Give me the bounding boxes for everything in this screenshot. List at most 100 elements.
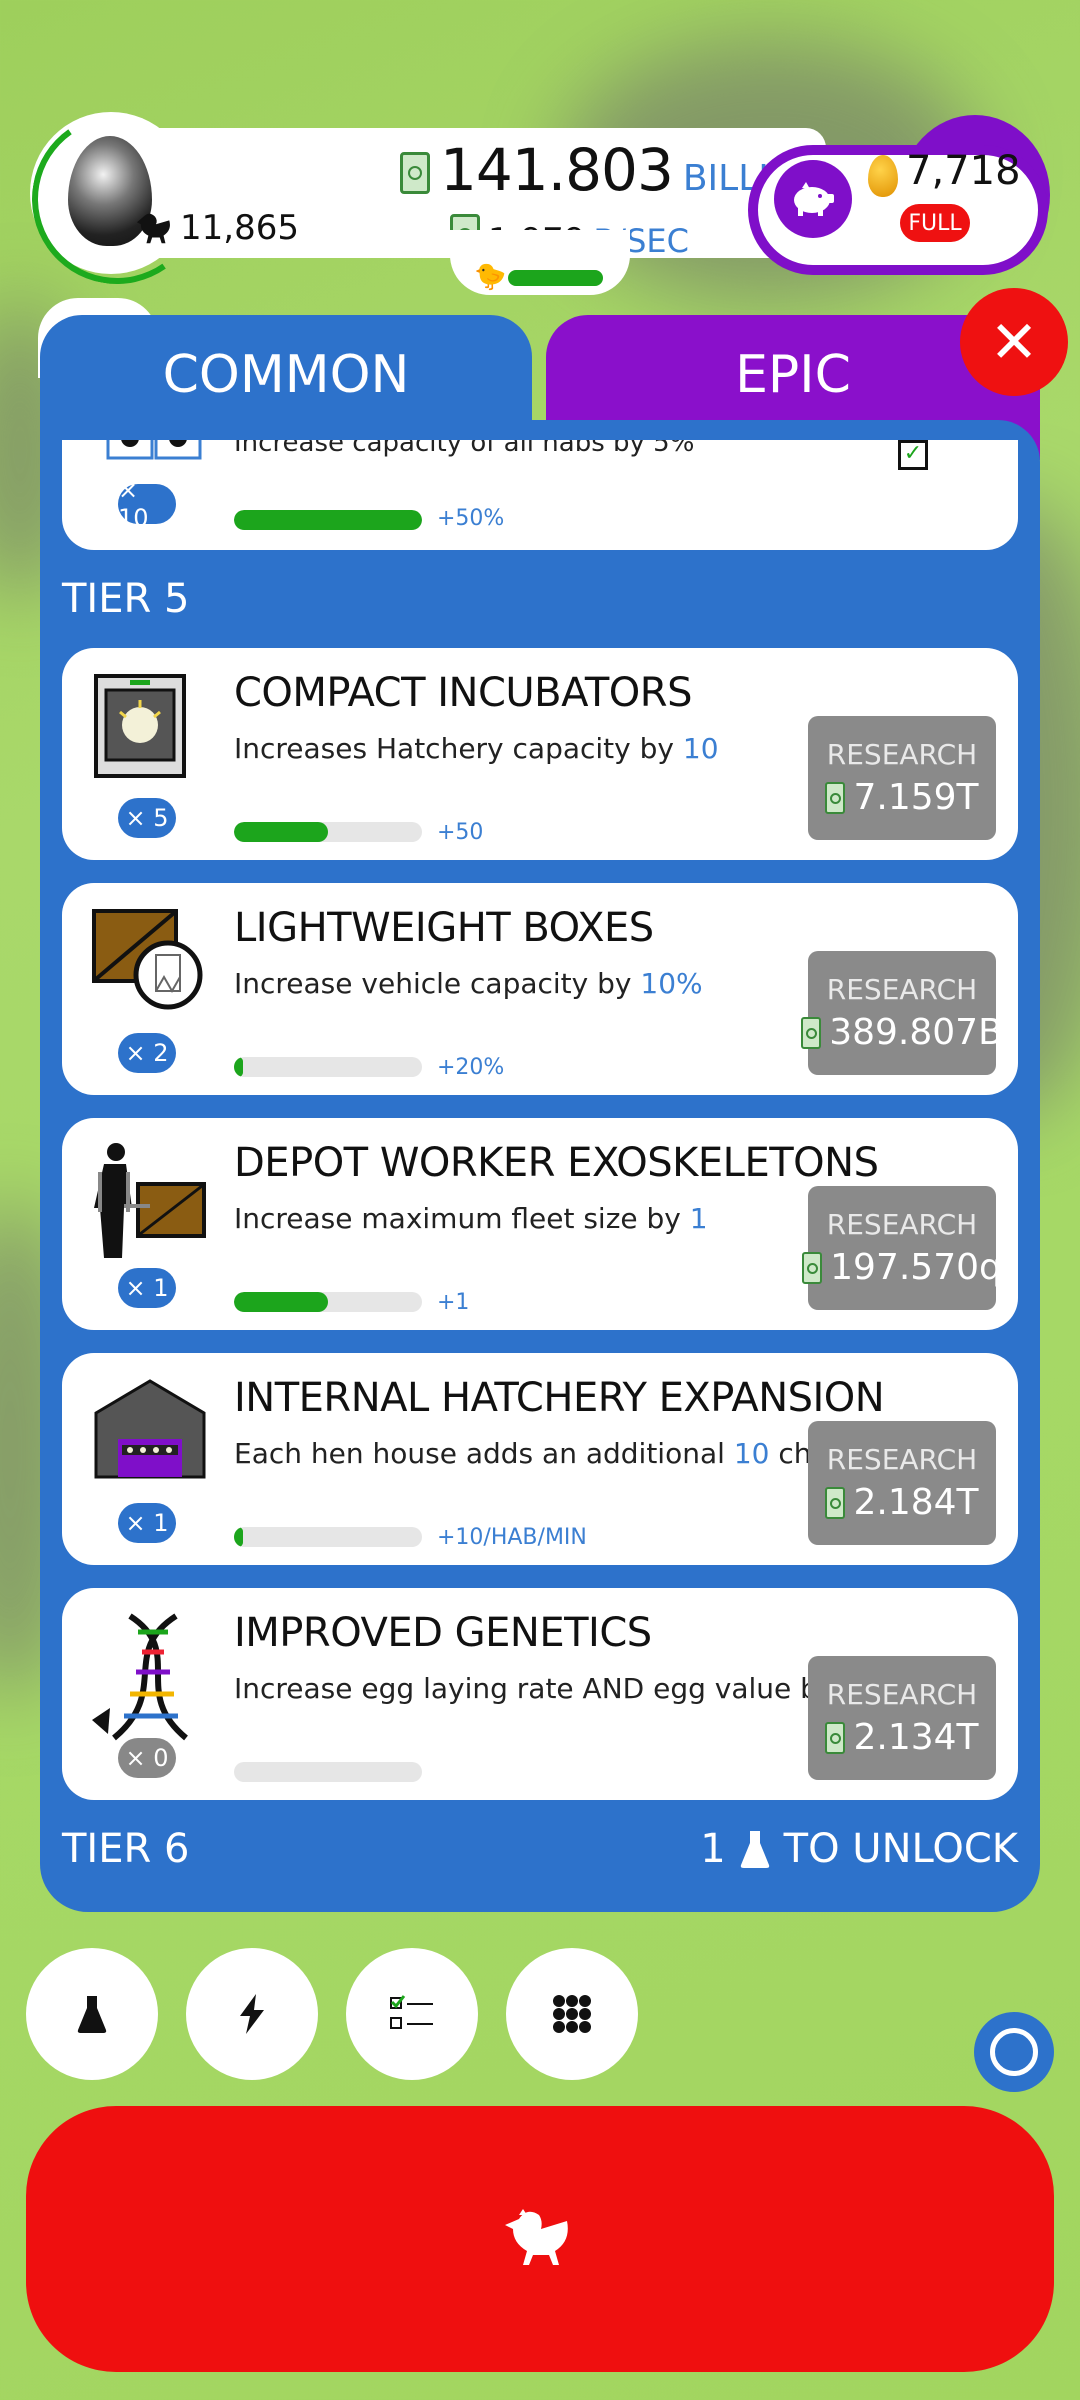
boxes-icon — [90, 907, 203, 1017]
research-button-label: RESEARCH — [826, 1443, 978, 1476]
cash-icon — [801, 1016, 822, 1049]
partial-card-desc: Increase capacity of all habs by 5% — [234, 440, 695, 458]
research-card[interactable]: × 1 DEPOT WORKER EXOSKELETONS Increase m… — [62, 1118, 1018, 1330]
research-price-value: 2.184T — [853, 1482, 979, 1523]
desc-text: Increase egg laying rate AND egg value b… — [234, 1672, 844, 1705]
research-button[interactable]: RESEARCH 7.159T — [808, 716, 996, 840]
desc-highlight: 10% — [640, 967, 703, 1000]
research-nav-button[interactable] — [26, 1948, 158, 2080]
research-price-value: 2.134T — [853, 1717, 979, 1758]
cash-icon — [825, 1486, 846, 1519]
hatchery-icon — [90, 1377, 206, 1487]
research-button-label: RESEARCH — [826, 973, 978, 1006]
tab-epic-label: EPIC — [735, 345, 851, 405]
flask-icon — [77, 1996, 107, 2033]
hab-icon — [106, 440, 202, 460]
chicken-icon — [505, 2209, 568, 2265]
research-panel[interactable]: Increase capacity of all habs by 5% ✓ × … — [40, 420, 1040, 1912]
desc-text: Increases Hatchery capacity by — [234, 732, 683, 765]
partial-card-progress-fill — [234, 510, 422, 530]
close-button[interactable]: ✕ — [960, 288, 1068, 396]
research-button[interactable]: RESEARCH 2.134T — [808, 1656, 996, 1780]
chicken-count-value: 11,865 — [180, 208, 299, 248]
research-gain: +1 — [437, 1290, 470, 1315]
desc-highlight: 10 — [733, 1437, 770, 1470]
research-button-label: RESEARCH — [826, 1678, 978, 1711]
research-progress-bar — [234, 1057, 422, 1077]
golden-egg-count: 7,718 — [906, 148, 1021, 194]
partial-card-progress — [234, 510, 422, 530]
close-icon: ✕ — [989, 308, 1039, 376]
research-price: 7.159T — [825, 777, 979, 818]
research-button[interactable]: RESEARCH 389.807B — [801, 951, 1003, 1075]
golden-egg-icon — [868, 155, 898, 197]
research-card[interactable]: × 1 INTERNAL HATCHERY EXPANSION Each hen… — [62, 1353, 1018, 1565]
boost-progress-bar — [508, 270, 603, 286]
tab-common[interactable]: COMMON — [40, 315, 532, 435]
research-title: COMPACT INCUBATORS — [234, 670, 692, 716]
money-value: 141.803 — [440, 136, 674, 204]
missions-nav-button[interactable] — [346, 1948, 478, 2080]
flask-icon — [740, 1831, 769, 1868]
research-title: DEPOT WORKER EXOSKELETONS — [234, 1140, 879, 1186]
unlock-text: TO UNLOCK — [783, 1826, 1018, 1872]
desc-text: Increase maximum fleet size by — [234, 1202, 690, 1235]
research-card[interactable]: × 0 IMPROVED GENETICS Increase egg layin… — [62, 1588, 1018, 1800]
research-title: LIGHTWEIGHT BOXES — [234, 905, 654, 951]
partial-card-gain: +50% — [437, 506, 505, 531]
research-description: Increases Hatchery capacity by 10 — [234, 732, 719, 765]
research-card[interactable]: × 2 LIGHTWEIGHT BOXES Increase vehicle c… — [62, 883, 1018, 1095]
hatch-chicken-button[interactable] — [26, 2106, 1054, 2372]
cash-icon — [802, 1251, 823, 1284]
research-progress-fill — [234, 822, 328, 842]
menu-nav-button[interactable] — [506, 1948, 638, 2080]
research-title: INTERNAL HATCHERY EXPANSION — [234, 1375, 885, 1421]
research-description: Increase vehicle capacity by 10% — [234, 967, 703, 1000]
research-progress-fill — [234, 1057, 244, 1077]
research-description: Increase egg laying rate AND egg value b… — [234, 1672, 906, 1705]
piggy-bank-button[interactable] — [774, 160, 852, 238]
research-price: 2.184T — [825, 1482, 979, 1523]
settings-button[interactable] — [974, 2012, 1054, 2092]
tab-common-label: COMMON — [162, 345, 410, 405]
research-gain: +10/HAB/MIN — [437, 1525, 587, 1550]
cash-icon — [825, 1721, 846, 1754]
research-card[interactable]: × 5 COMPACT INCUBATORS Increases Hatcher… — [62, 648, 1018, 860]
incubator-icon — [90, 672, 200, 782]
partial-card-count: × 10 — [118, 476, 176, 532]
unlock-count: 1 — [700, 1826, 726, 1872]
research-price-value: 389.807B — [829, 1012, 1003, 1053]
research-count-badge: × 1 — [118, 1268, 176, 1308]
desc-highlight: 1 — [689, 1202, 708, 1235]
dna-icon — [90, 1612, 200, 1741]
chick-icon: 🐤 — [474, 262, 507, 292]
research-progress-bar — [234, 1762, 422, 1782]
chicken-icon — [136, 213, 170, 244]
research-price: 2.134T — [825, 1717, 979, 1758]
research-progress-bar — [234, 1292, 422, 1312]
boosts-nav-button[interactable] — [186, 1948, 318, 2080]
research-card-partial[interactable]: Increase capacity of all habs by 5% ✓ × … — [62, 440, 1018, 550]
piggy-bank-icon — [794, 182, 834, 216]
research-price: 197.570q — [802, 1247, 1002, 1288]
research-progress-bar — [234, 1527, 422, 1547]
research-title: IMPROVED GENETICS — [234, 1610, 652, 1656]
research-count-badge: × 1 — [118, 1503, 176, 1543]
grid-menu-icon — [553, 1995, 591, 2033]
tier-5-label: TIER 5 — [62, 576, 190, 622]
research-button[interactable]: RESEARCH 197.570q — [802, 1186, 1002, 1310]
circle-icon — [990, 2028, 1038, 2076]
research-button-label: RESEARCH — [826, 738, 978, 771]
research-price-value: 7.159T — [853, 777, 979, 818]
research-button[interactable]: RESEARCH 2.184T — [808, 1421, 996, 1545]
chicken-count: 11,865 — [136, 208, 299, 248]
lightning-icon — [240, 1994, 264, 2034]
checkbox-checked[interactable]: ✓ — [898, 440, 928, 470]
checklist-icon — [390, 1995, 433, 2029]
research-gain: +50 — [437, 820, 484, 845]
cash-icon — [400, 152, 430, 194]
research-button-label: RESEARCH — [826, 1208, 978, 1241]
research-description: Increase maximum fleet size by 1 — [234, 1202, 708, 1235]
cash-icon — [825, 781, 846, 814]
research-count-badge: × 0 — [118, 1738, 176, 1778]
